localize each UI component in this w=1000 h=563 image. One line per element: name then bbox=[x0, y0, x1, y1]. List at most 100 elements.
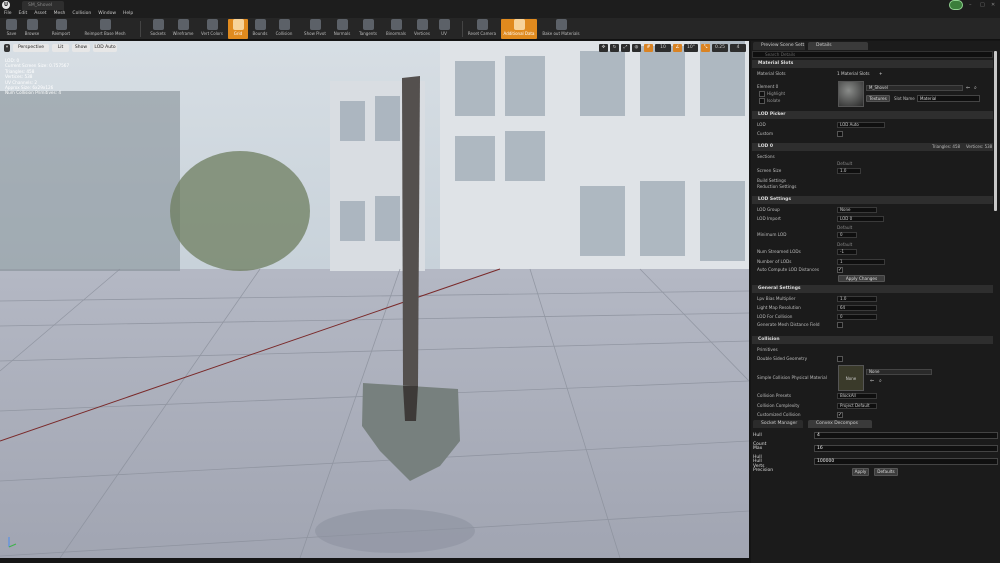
close-icon[interactable]: ✕ bbox=[991, 2, 995, 8]
reduction-settings-row[interactable]: Reduction Settings bbox=[752, 183, 993, 190]
num-streamed-input[interactable]: -1 bbox=[837, 249, 857, 255]
menu-edit[interactable]: Edit bbox=[15, 10, 31, 18]
slot-name-input[interactable]: Material bbox=[917, 95, 980, 102]
translate-icon[interactable]: ✥ bbox=[599, 44, 608, 52]
section-general-settings[interactable]: General Settings bbox=[752, 285, 993, 293]
menu-file[interactable]: File bbox=[0, 10, 15, 18]
tab-socket-manager[interactable]: Socket Manager bbox=[753, 420, 803, 428]
rotation-snap-icon[interactable]: ∠ bbox=[673, 44, 682, 52]
customized-collision-checkbox[interactable]: ✓ bbox=[837, 412, 843, 418]
browse-button[interactable]: Browse bbox=[22, 19, 42, 39]
isolate-checkbox[interactable] bbox=[759, 98, 765, 104]
sockets-button[interactable]: Sockets bbox=[147, 19, 169, 39]
defaults-button[interactable]: Defaults bbox=[874, 468, 898, 476]
textures-dropdown[interactable]: Textures bbox=[866, 95, 890, 102]
screen-size-input[interactable]: 1.0 bbox=[837, 168, 861, 174]
bounds-button[interactable]: Bounds bbox=[250, 19, 270, 39]
vert-colors-button[interactable]: Vert Colors bbox=[198, 19, 226, 39]
lod-auto-button[interactable]: LOD Auto bbox=[93, 44, 117, 52]
rotation-snap-value[interactable]: 10° bbox=[684, 44, 698, 52]
binormals-button[interactable]: Binormals bbox=[383, 19, 409, 39]
highlight-checkbox[interactable] bbox=[759, 91, 765, 97]
lod-dropdown[interactable]: LOD Auto bbox=[837, 122, 885, 128]
tab-details[interactable]: Details bbox=[808, 42, 868, 50]
grid-snap-value[interactable]: 10 bbox=[655, 44, 671, 52]
material-picker[interactable]: M_Shovel bbox=[866, 85, 963, 91]
max-hull-verts-input[interactable]: 16 bbox=[814, 445, 998, 452]
save-button[interactable]: Save bbox=[3, 19, 20, 39]
viewport[interactable]: ▾ Perspective Lit Show LOD Auto LOD: 0 C… bbox=[0, 41, 749, 558]
normals-icon bbox=[336, 19, 348, 30]
apply-changes-button[interactable]: Apply Changes bbox=[838, 275, 885, 282]
scale-snap-value[interactable]: 0.25 bbox=[712, 44, 728, 52]
camera-speed-value[interactable]: 4 bbox=[730, 44, 746, 52]
number-of-lods-input[interactable]: 1 bbox=[837, 259, 885, 265]
grid-snap-icon[interactable]: # bbox=[644, 44, 653, 52]
tree bbox=[170, 151, 310, 271]
browse-material-icon[interactable]: ⌕ bbox=[974, 85, 977, 91]
show-button[interactable]: Show bbox=[72, 44, 90, 52]
section-collision[interactable]: Collision bbox=[752, 336, 993, 344]
menu-help[interactable]: Help bbox=[119, 10, 136, 18]
reimport-base-mesh-button[interactable]: Reimport Base Mesh bbox=[80, 19, 130, 39]
additional-data-button[interactable]: Additional Data bbox=[501, 19, 537, 39]
double-sided-checkbox[interactable] bbox=[837, 356, 843, 362]
reimport-button[interactable]: Reimport bbox=[48, 19, 74, 39]
scale-snap-icon[interactable]: ⤡ bbox=[701, 44, 710, 52]
menu-mesh[interactable]: Mesh bbox=[50, 10, 69, 18]
lod-group-dropdown[interactable]: None bbox=[837, 207, 877, 213]
collision-button[interactable]: Collision bbox=[273, 19, 295, 39]
viewport-options-icon[interactable]: ▾ bbox=[4, 44, 10, 52]
normals-button[interactable]: Normals bbox=[331, 19, 353, 39]
lpv-bias-input[interactable]: 1.0 bbox=[837, 296, 877, 302]
world-local-icon[interactable]: ◍ bbox=[632, 44, 641, 52]
hull-precision-input[interactable]: 100000 bbox=[814, 458, 998, 465]
scale-icon[interactable]: ⤢ bbox=[621, 44, 630, 52]
lit-button[interactable]: Lit bbox=[52, 44, 69, 52]
section-lod-settings[interactable]: LOD Settings bbox=[752, 196, 993, 204]
bake-materials-button[interactable]: Bake out Materials bbox=[540, 19, 582, 39]
perspective-button[interactable]: Perspective bbox=[13, 44, 49, 52]
use-selected-physmat-icon[interactable]: ⇐ bbox=[870, 378, 874, 384]
section-material-slots[interactable]: Material Slots bbox=[752, 60, 993, 68]
tangents-button[interactable]: Tangents bbox=[356, 19, 380, 39]
tab-convex-decomposition[interactable]: Convex Decompos bbox=[808, 420, 872, 428]
auto-compute-checkbox[interactable]: ✓ bbox=[837, 267, 843, 273]
reset-camera-button[interactable]: Reset Camera bbox=[466, 19, 498, 39]
asset-tab[interactable]: SM_Shovel bbox=[22, 1, 64, 10]
uv-button[interactable]: UV bbox=[435, 19, 453, 39]
maximize-icon[interactable]: □ bbox=[980, 2, 985, 8]
physical-material-thumbnail[interactable]: None bbox=[838, 365, 864, 391]
add-material-slot-icon[interactable]: + bbox=[879, 70, 883, 77]
material-thumbnail[interactable] bbox=[838, 81, 864, 107]
light-map-resolution-input[interactable]: 64 bbox=[837, 305, 877, 311]
grid-button[interactable]: Grid bbox=[228, 19, 248, 39]
section-lod-picker[interactable]: LOD Picker bbox=[752, 111, 993, 119]
hull-count-input[interactable]: 4 bbox=[814, 432, 998, 439]
rotate-icon[interactable]: ↻ bbox=[610, 44, 619, 52]
distance-field-checkbox[interactable] bbox=[837, 322, 843, 328]
show-pivot-button[interactable]: Show Pivot bbox=[302, 19, 328, 39]
menu-collision[interactable]: Collision bbox=[68, 10, 94, 18]
tab-preview-scene-settings[interactable]: Preview Scene Sett bbox=[753, 42, 805, 50]
menu-window[interactable]: Window bbox=[94, 10, 119, 18]
details-search-input[interactable]: Search Details bbox=[752, 51, 993, 58]
browse-physmat-icon[interactable]: ⌕ bbox=[879, 378, 882, 384]
source-control-icon[interactable] bbox=[949, 0, 963, 10]
collision-presets-dropdown[interactable]: BlockAll bbox=[837, 393, 877, 399]
menu-asset[interactable]: Asset bbox=[30, 10, 49, 18]
custom-checkbox[interactable] bbox=[837, 131, 843, 137]
minimize-icon[interactable]: – bbox=[969, 2, 972, 8]
sections-row[interactable]: Sections bbox=[752, 153, 993, 160]
vertices-button[interactable]: Vertices bbox=[411, 19, 433, 39]
wireframe-button[interactable]: Wireframe bbox=[171, 19, 195, 39]
lod-for-collision-input[interactable]: 0 bbox=[837, 314, 877, 320]
apply-button[interactable]: Apply bbox=[852, 468, 869, 476]
details-scrollbar[interactable] bbox=[994, 51, 997, 211]
primitives-row[interactable]: Primitives bbox=[752, 346, 993, 353]
lod-import-dropdown[interactable]: LOD 0 bbox=[837, 216, 884, 222]
minimum-lod-input[interactable]: 0 bbox=[837, 232, 857, 238]
use-selected-icon[interactable]: ⇐ bbox=[966, 85, 970, 91]
collision-complexity-dropdown[interactable]: Project Default bbox=[837, 403, 877, 409]
physical-material-picker[interactable]: None bbox=[866, 369, 932, 375]
